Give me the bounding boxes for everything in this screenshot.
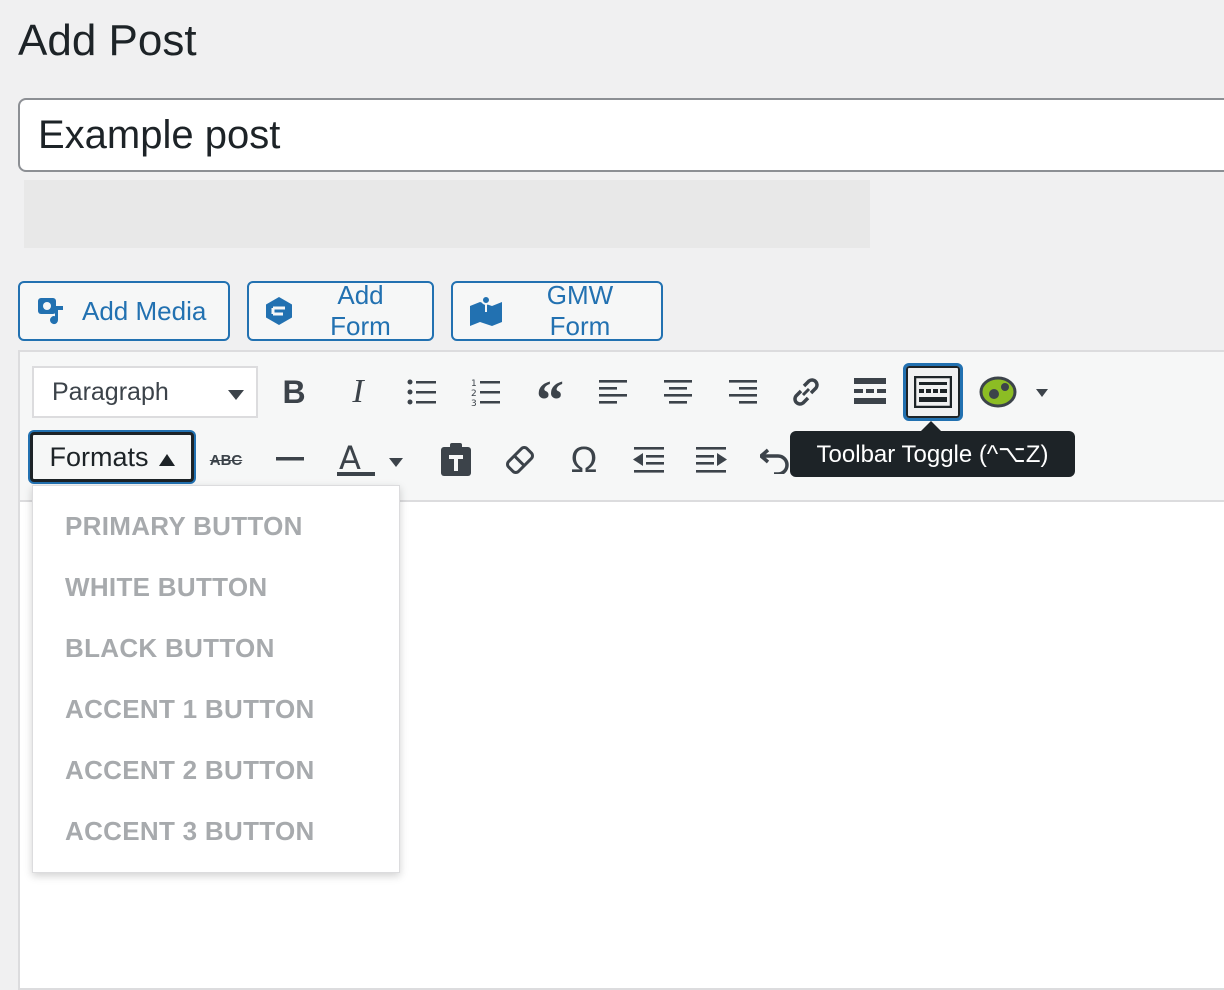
add-form-label: Add Form (330, 280, 391, 341)
indent-icon (696, 446, 728, 474)
post-title-input[interactable] (18, 98, 1224, 172)
horizontal-line-icon (276, 457, 304, 463)
outdent-icon (632, 446, 664, 474)
add-form-button[interactable]: Add Form (247, 280, 434, 341)
link-icon (789, 375, 823, 409)
read-more-icon (854, 378, 886, 406)
toolbar-toggle-tooltip: Toolbar Toggle (^⌥Z) (790, 421, 1075, 477)
map-pin-icon (469, 294, 503, 328)
blockquote-button[interactable]: “ (524, 366, 576, 429)
svg-text:3: 3 (471, 399, 477, 407)
formats-menu-item-accent-3-button[interactable]: ACCENT 3 BUTTON (33, 801, 399, 862)
formats-menu: PRIMARY BUTTON WHITE BUTTON BLACK BUTTON… (32, 485, 400, 873)
align-right-icon (727, 379, 757, 405)
align-right-button[interactable] (716, 366, 768, 418)
blockquote-icon: “ (536, 370, 564, 432)
bullet-list-icon (407, 379, 437, 405)
align-center-icon (663, 379, 693, 405)
special-character-button[interactable]: Ω (558, 434, 610, 486)
formats-menu-item-black-button[interactable]: BLACK BUTTON (33, 618, 399, 679)
svg-text:1: 1 (471, 379, 477, 389)
text-color-icon: A (333, 443, 409, 477)
formats-menu-item-white-button[interactable]: WHITE BUTTON (33, 557, 399, 618)
permalink-placeholder (24, 180, 870, 248)
clear-formatting-button[interactable] (494, 434, 546, 486)
outdent-button[interactable] (622, 434, 674, 486)
svg-text:2: 2 (471, 389, 477, 399)
svg-text:A: A (339, 443, 361, 477)
indent-button[interactable] (686, 434, 738, 486)
add-media-button[interactable]: Add Media (18, 281, 230, 341)
bullet-list-button[interactable] (396, 366, 448, 418)
undo-icon (760, 446, 792, 474)
horizontal-line-button[interactable] (264, 434, 316, 486)
block-format-select[interactable]: Paragraph (32, 366, 258, 418)
align-left-button[interactable] (588, 366, 640, 418)
gmw-form-label: GMW Form (546, 280, 614, 341)
add-media-icon (36, 294, 70, 328)
clear-formatting-icon (504, 444, 536, 476)
plugin-gear-icon (978, 375, 1050, 409)
gmw-form-button[interactable]: GMW Form (451, 280, 663, 341)
add-media-label: Add Media (82, 295, 207, 326)
bold-button[interactable]: B (268, 366, 320, 418)
caret-down-icon (228, 378, 244, 407)
bold-icon: B (282, 373, 306, 410)
toolbar-toggle-button[interactable] (903, 363, 963, 421)
formats-dropdown-button[interactable]: Formats (30, 432, 194, 482)
align-center-button[interactable] (652, 366, 704, 418)
numbered-list-button[interactable]: 123 (460, 366, 512, 418)
formats-label: Formats (49, 441, 149, 472)
formats-menu-item-accent-1-button[interactable]: ACCENT 1 BUTTON (33, 679, 399, 740)
italic-button[interactable]: I (332, 366, 384, 418)
page-title: Add Post (18, 16, 197, 65)
caret-up-icon (158, 442, 175, 473)
plugin-gear-button[interactable] (972, 366, 1056, 418)
align-left-icon (599, 379, 629, 405)
formats-menu-item-primary-button[interactable]: PRIMARY BUTTON (33, 496, 399, 557)
block-format-value: Paragraph (52, 377, 169, 406)
text-color-button[interactable]: A (328, 434, 414, 486)
special-character-icon: Ω (570, 439, 598, 480)
toolbar-toggle-icon (914, 376, 952, 408)
paste-as-text-icon (440, 443, 472, 477)
strikethrough-icon: ABC (209, 451, 243, 469)
read-more-button[interactable] (844, 366, 896, 418)
editor-toolbar: Paragraph B I 123 “ Formats ABC A Ω (20, 352, 1224, 502)
paste-as-text-button[interactable] (430, 434, 482, 486)
gravity-forms-icon (265, 296, 293, 326)
strikethrough-button[interactable]: ABC (200, 434, 252, 486)
link-button[interactable] (780, 366, 832, 418)
numbered-list-icon: 123 (471, 377, 501, 407)
italic-icon: I (352, 373, 364, 410)
formats-menu-item-accent-2-button[interactable]: ACCENT 2 BUTTON (33, 740, 399, 801)
